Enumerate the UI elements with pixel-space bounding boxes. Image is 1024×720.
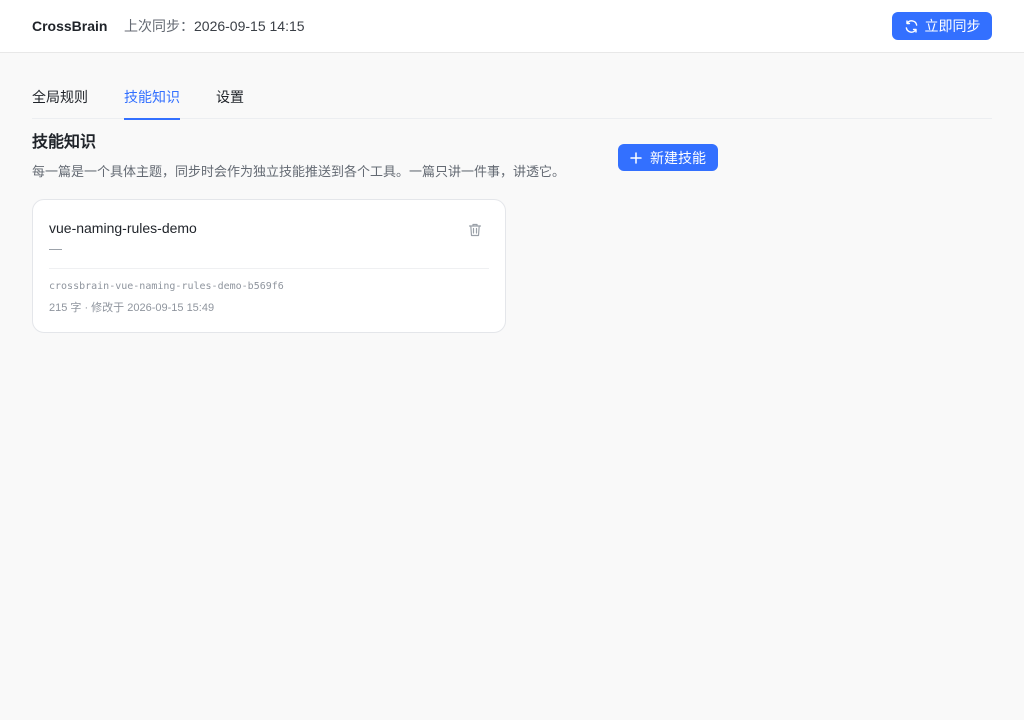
skill-card[interactable]: vue-naming-rules-demo — crossbrain-vue-n… (32, 199, 506, 333)
last-sync-time: 2026-09-15 14:15 (194, 18, 305, 34)
section-description: 每一篇是一个具体主题，同步时会作为独立技能推送到各个工具。一篇只讲一件事，讲透它… (32, 164, 566, 179)
tab-settings[interactable]: 设置 (216, 88, 244, 119)
refresh-icon (904, 19, 919, 34)
card-divider (49, 268, 489, 269)
skill-description: — (49, 241, 62, 256)
new-skill-button[interactable]: 新建技能 (618, 144, 718, 171)
trash-icon[interactable] (467, 222, 483, 238)
sync-now-button[interactable]: 立即同步 (892, 12, 992, 40)
section-title: 技能知识 (32, 134, 97, 151)
plus-icon (630, 151, 642, 164)
brand-logo-text: CrossBrain (32, 18, 108, 34)
skill-id: crossbrain-vue-naming-rules-demo-b569f6 (49, 281, 284, 292)
tab-skills[interactable]: 技能知识 (124, 88, 180, 120)
skill-meta: 215 字 · 修改于 2026-09-15 15:49 (49, 302, 215, 314)
tab-global-rules[interactable]: 全局规则 (32, 88, 88, 119)
sync-now-label: 立即同步 (924, 18, 981, 34)
app-header: CrossBrain 上次同步：2026-09-15 14:15 立即同步 (0, 0, 1024, 53)
main-tabs: 全局规则 技能知识 设置 (32, 88, 992, 120)
new-skill-label: 新建技能 (650, 149, 706, 166)
skill-name: vue-naming-rules-demo (49, 220, 197, 236)
last-sync-label: 上次同步： (124, 18, 194, 34)
last-sync-info: 上次同步：2026-09-15 14:15 (124, 17, 305, 35)
